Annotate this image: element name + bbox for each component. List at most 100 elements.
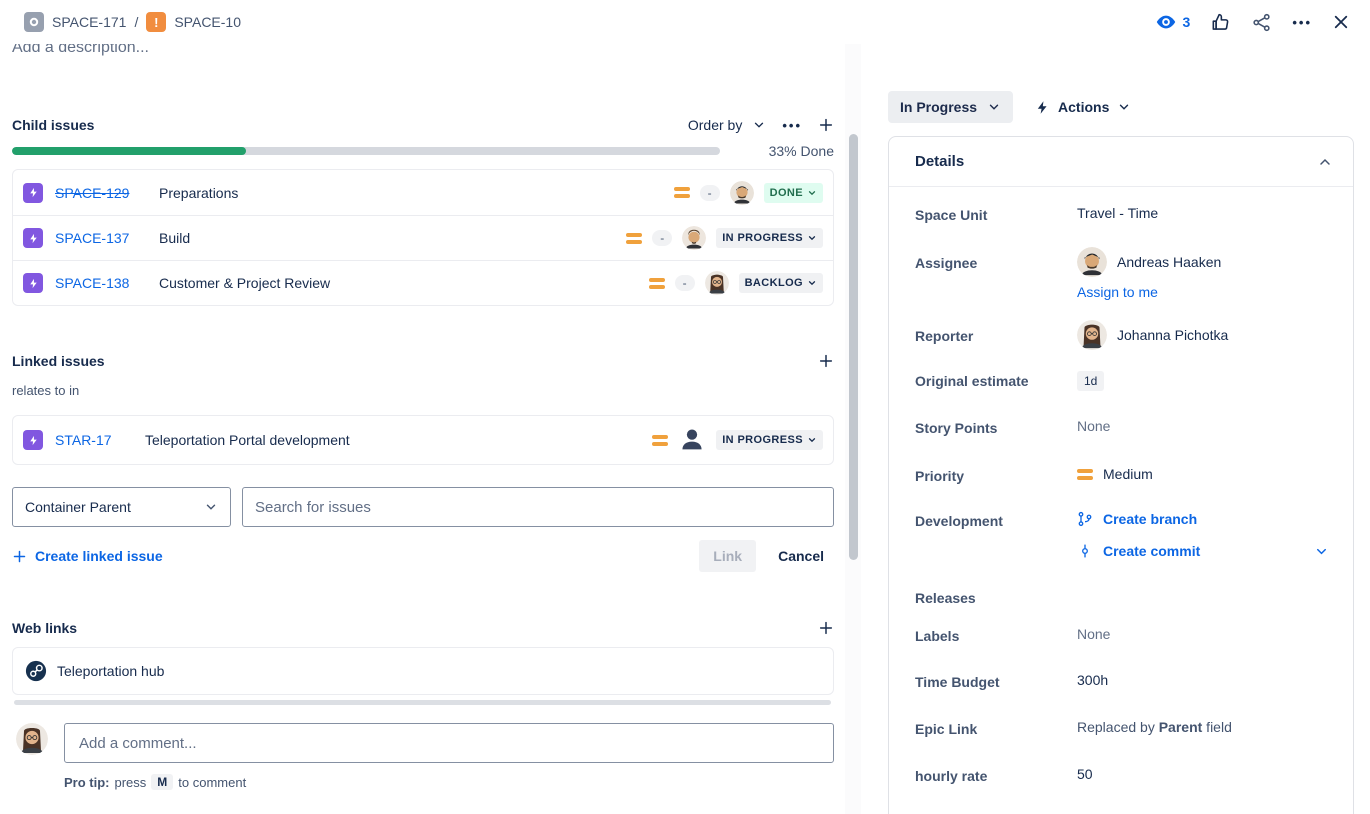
cancel-button[interactable]: Cancel (768, 540, 834, 572)
unassigned-avatar-icon[interactable] (678, 426, 706, 454)
field-label: Assignee (915, 247, 1077, 271)
subtask-type-icon (23, 273, 43, 293)
progress-label: 33% Done (769, 143, 834, 159)
issue-key-link[interactable]: SPACE-138 (55, 275, 141, 291)
field-label: Labels (915, 626, 1077, 644)
add-web-link-button[interactable] (818, 620, 834, 636)
chevron-down-icon (1117, 100, 1131, 114)
assignee-name: Andreas Haaken (1117, 254, 1221, 270)
status-dropdown[interactable]: IN PROGRESS (716, 430, 823, 450)
web-link-label[interactable]: Teleportation hub (57, 663, 164, 679)
vote-thumbs-up-icon[interactable] (1210, 12, 1231, 33)
breadcrumb-parent-key[interactable]: SPACE-171 (52, 14, 126, 30)
watchers-control[interactable]: 3 (1155, 11, 1191, 33)
details-panel-header[interactable]: Details (889, 137, 1353, 187)
child-issues-list: SPACE-129 Preparations - DONE SPA (12, 169, 834, 306)
assignee-value[interactable]: Andreas Haaken (1077, 247, 1221, 277)
field-label: Story Points (915, 418, 1077, 436)
status-dropdown[interactable]: BACKLOG (739, 273, 823, 293)
details-panel: Details Space Unit Travel - Time Assigne… (888, 136, 1354, 814)
link-type-select[interactable]: Container Parent (12, 487, 231, 527)
create-commit-link[interactable]: Create commit (1077, 543, 1329, 559)
priority-medium-icon (649, 278, 665, 289)
breadcrumb-separator: / (134, 14, 138, 30)
development-expand-chevron[interactable] (1314, 544, 1329, 559)
issue-key-link[interactable]: SPACE-129 (55, 185, 141, 201)
assignee-avatar (1077, 247, 1107, 277)
scrollbar-thumb[interactable] (849, 134, 858, 560)
issue-summary[interactable]: Preparations (159, 185, 238, 201)
issue-key-link[interactable]: SPACE-137 (55, 230, 141, 246)
field-value[interactable]: 50 (1077, 766, 1093, 782)
linked-issue-row[interactable]: STAR-17 Teleportation Portal development… (13, 416, 833, 464)
order-by-dropdown[interactable]: Order by (688, 117, 766, 133)
field-value[interactable]: 300h (1077, 672, 1108, 688)
create-branch-link[interactable]: Create branch (1077, 511, 1329, 527)
create-linked-issue-button[interactable]: Create linked issue (12, 548, 163, 564)
estimate-badge[interactable]: - (700, 185, 720, 201)
share-icon[interactable] (1251, 12, 1272, 33)
estimate-badge[interactable]: - (675, 275, 695, 291)
section-divider (14, 700, 831, 705)
field-value[interactable]: Travel - Time (1077, 205, 1158, 221)
assignee-avatar[interactable] (730, 181, 754, 205)
assignee-avatar[interactable] (705, 271, 729, 295)
chevron-down-icon (987, 100, 1001, 114)
story-type-icon (23, 430, 43, 450)
issue-summary[interactable]: Teleportation Portal development (145, 432, 350, 448)
status-dropdown[interactable]: IN PROGRESS (716, 228, 823, 248)
issue-summary[interactable]: Customer & Project Review (159, 275, 330, 291)
chevron-down-icon (807, 188, 817, 198)
chevron-down-icon (204, 500, 218, 514)
child-issue-row[interactable]: SPACE-138 Customer & Project Review - BA… (13, 260, 833, 305)
actions-dropdown[interactable]: Actions (1035, 99, 1131, 116)
main-scrollbar[interactable] (845, 44, 861, 814)
chevron-down-icon (807, 435, 817, 445)
issue-key-link[interactable]: STAR-17 (55, 432, 127, 448)
subtask-type-icon (23, 183, 43, 203)
web-links-title: Web links (12, 620, 77, 636)
assign-to-me-link[interactable]: Assign to me (1077, 284, 1221, 300)
parent-issue-type-icon (24, 12, 44, 32)
field-value[interactable]: None (1077, 626, 1110, 642)
child-issues-header: Child issues Order by ••• (12, 117, 834, 133)
plus-icon (12, 549, 27, 564)
field-label: Epic Link (915, 719, 1077, 737)
original-estimate-badge[interactable]: 1d (1077, 371, 1104, 391)
reporter-value[interactable]: Johanna Pichotka (1077, 320, 1228, 350)
progress-bar (12, 147, 720, 155)
field-value[interactable]: None (1077, 418, 1110, 434)
breadcrumb-current-key[interactable]: SPACE-10 (174, 14, 241, 30)
field-space-unit: Space Unit Travel - Time (915, 205, 1329, 223)
child-issue-row[interactable]: SPACE-137 Build - IN PROGRESS (13, 215, 833, 260)
status-transition-dropdown[interactable]: In Progress (888, 91, 1013, 123)
child-issues-more-icon[interactable]: ••• (782, 118, 802, 133)
top-bar: SPACE-171 / ! SPACE-10 3 ••• (0, 0, 1370, 44)
priority-value[interactable]: Medium (1077, 466, 1153, 482)
link-button[interactable]: Link (699, 540, 756, 572)
pro-tip-prefix: Pro tip: (64, 775, 110, 790)
priority-medium-icon (652, 435, 668, 446)
status-dropdown[interactable]: DONE (764, 183, 823, 203)
linked-issues-list: STAR-17 Teleportation Portal development… (12, 415, 834, 465)
status-button-label: In Progress (900, 99, 977, 115)
add-linked-issue-button[interactable] (818, 353, 834, 369)
web-link-item[interactable]: Teleportation hub (12, 647, 834, 695)
web-link-favicon (25, 660, 47, 682)
details-fields: Space Unit Travel - Time Assignee Andrea… (889, 187, 1353, 784)
add-link-form: Container Parent (12, 487, 834, 527)
comment-area (12, 723, 834, 763)
child-issue-row[interactable]: SPACE-129 Preparations - DONE (13, 170, 833, 215)
reporter-name: Johanna Pichotka (1117, 327, 1228, 343)
comment-input[interactable] (64, 723, 834, 763)
current-issue-type-icon: ! (146, 12, 166, 32)
estimate-badge[interactable]: - (652, 230, 672, 246)
assignee-avatar[interactable] (682, 226, 706, 250)
field-label: Priority (915, 466, 1077, 484)
field-labels: Labels None (915, 626, 1329, 644)
issue-search-input[interactable] (242, 487, 834, 527)
more-actions-icon[interactable]: ••• (1292, 15, 1312, 30)
issue-summary[interactable]: Build (159, 230, 190, 246)
add-child-issue-button[interactable] (818, 117, 834, 133)
close-icon[interactable] (1332, 13, 1350, 31)
